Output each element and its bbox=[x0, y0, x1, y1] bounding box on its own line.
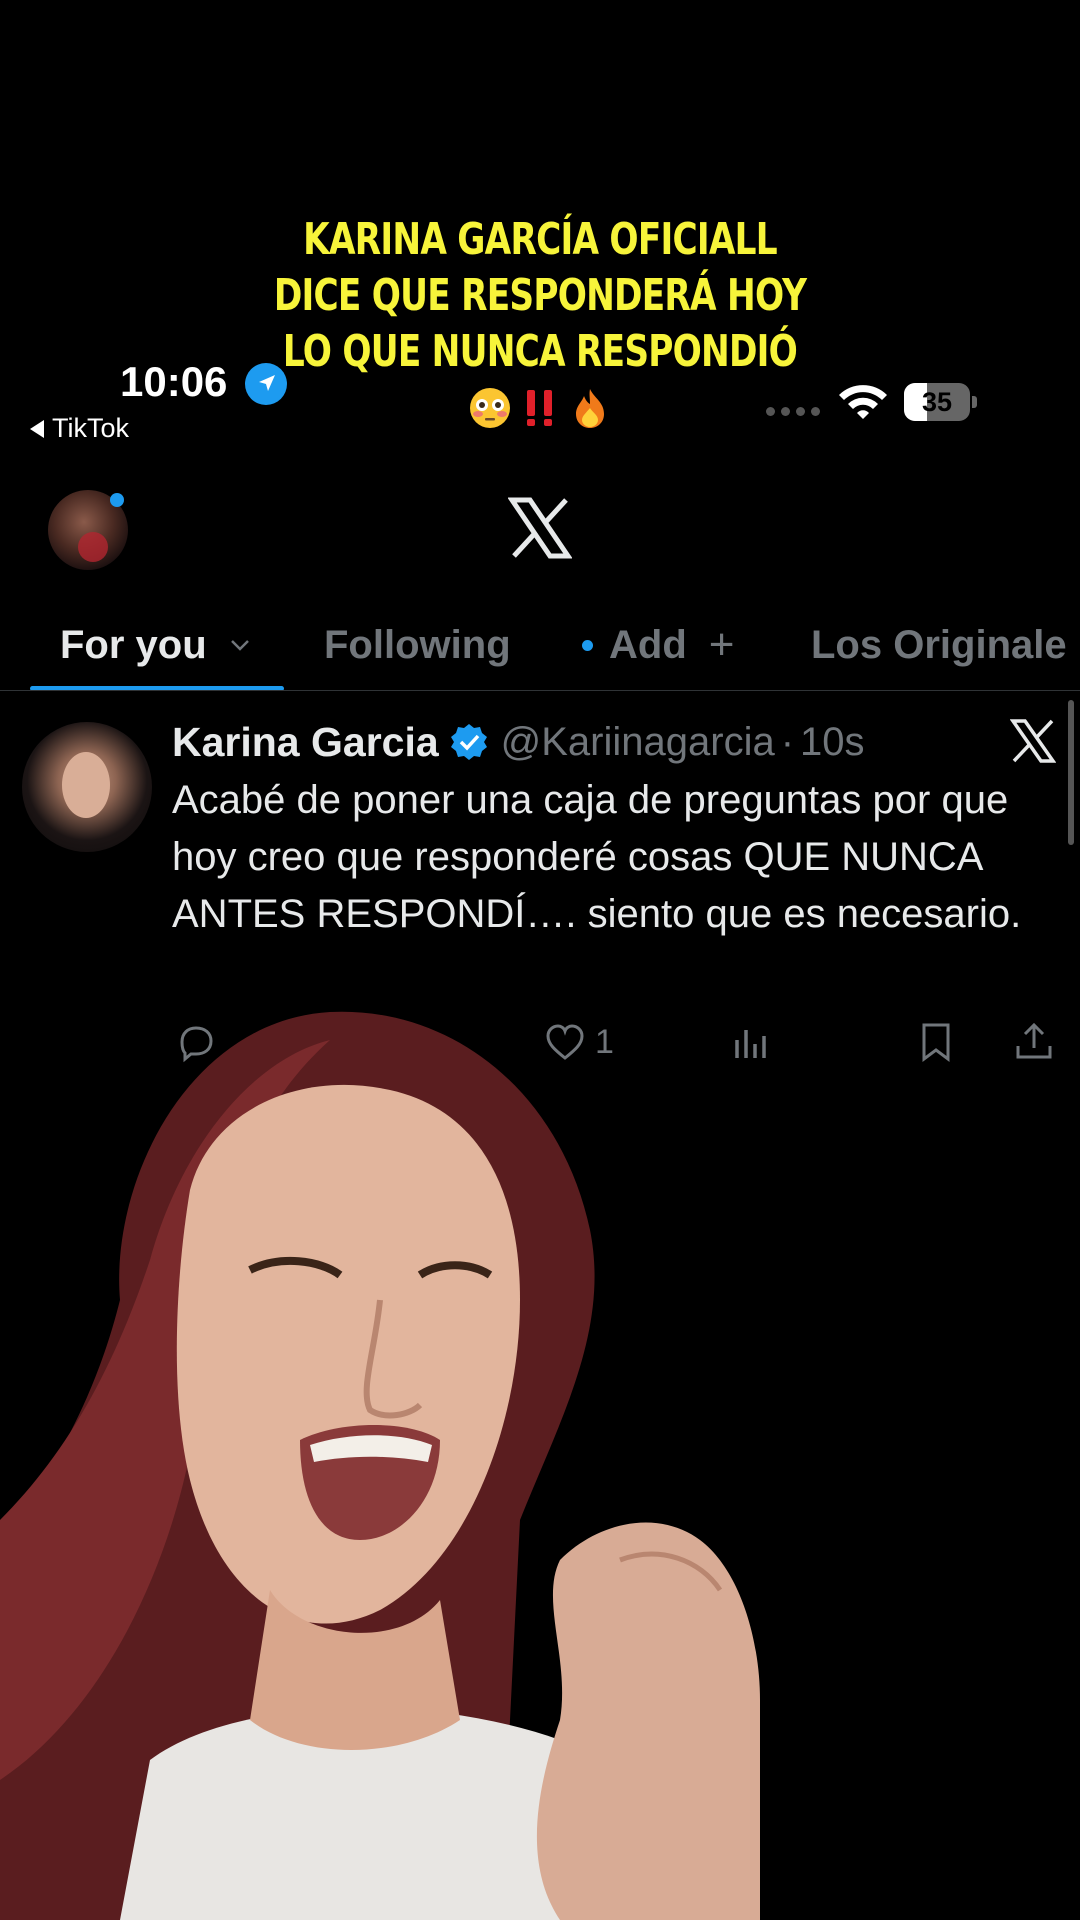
tab-los-originales-label: Los Originale bbox=[811, 622, 1067, 667]
tweet-separator: · bbox=[780, 719, 795, 764]
tab-for-you[interactable]: For you bbox=[60, 610, 251, 680]
caption-line-2: DICE QUE RESPONDERÁ HOY bbox=[273, 270, 807, 321]
plus-icon: + bbox=[708, 620, 735, 669]
bookmark-icon bbox=[922, 1023, 950, 1062]
verified-badge-icon bbox=[450, 724, 487, 760]
caption-emoji-row bbox=[468, 386, 612, 430]
tab-add[interactable]: Add + bbox=[582, 610, 734, 680]
new-dot-icon bbox=[582, 639, 593, 651]
tab-following-label: Following bbox=[324, 622, 511, 667]
tab-los-originales[interactable]: Los Originale bbox=[811, 610, 1067, 680]
flushed-face-emoji-icon bbox=[470, 388, 510, 428]
tab-for-you-label: For you bbox=[60, 622, 207, 667]
caption-line-3: LO QUE NUNCA RESPONDIÓ bbox=[282, 326, 798, 377]
tab-add-label: Add bbox=[609, 622, 687, 667]
chevron-down-icon bbox=[230, 640, 249, 651]
feed-tabs: For you Following Add + Los Originale bbox=[0, 610, 1080, 690]
tweet-author-name[interactable]: Karina Garcia bbox=[172, 719, 439, 766]
tweet-text: Acabé de poner una caja de preguntas por… bbox=[172, 778, 1022, 936]
tabs-divider bbox=[0, 690, 1080, 691]
notification-dot bbox=[110, 493, 124, 507]
tweet-header: Karina Garcia @Kariinagarcia · 10s bbox=[172, 714, 865, 770]
bookmark-button[interactable] bbox=[914, 1014, 958, 1070]
tweet-time: 10s bbox=[800, 719, 865, 764]
person-cutout-image bbox=[0, 1011, 760, 1920]
caption-overlay: KARINA GARCÍA OFICIALL DICE QUE RESPONDE… bbox=[0, 212, 1080, 435]
scrollbar[interactable] bbox=[1068, 700, 1074, 845]
x-logo-icon bbox=[508, 497, 572, 559]
caption-line-1: KARINA GARCÍA OFICIALL bbox=[303, 214, 777, 265]
fire-emoji-icon bbox=[576, 389, 604, 428]
tab-following[interactable]: Following bbox=[324, 610, 511, 680]
tweet-author-avatar[interactable] bbox=[22, 722, 152, 852]
share-icon bbox=[1016, 1022, 1052, 1059]
double-exclamation-emoji-icon bbox=[527, 390, 552, 426]
share-button[interactable] bbox=[1012, 1014, 1056, 1070]
x-logo-small-icon[interactable] bbox=[1010, 718, 1056, 764]
tweet-handle[interactable]: @Kariinagarcia bbox=[501, 720, 775, 765]
